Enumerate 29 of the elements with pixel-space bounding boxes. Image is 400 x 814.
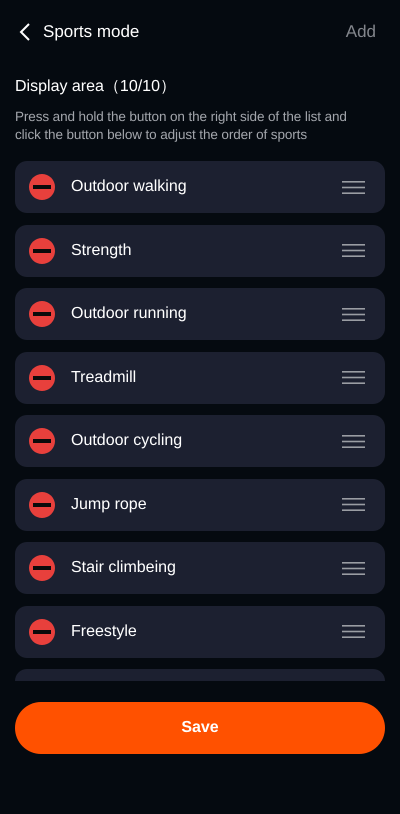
drag-handle-icon[interactable]: [342, 434, 365, 448]
instruction-text: Press and hold the button on the right side of the list and click the button below to adjust the order of sports: [15, 108, 348, 144]
page-title: Sports mode: [43, 22, 140, 42]
remove-icon[interactable]: [29, 428, 55, 454]
add-button[interactable]: Add: [346, 22, 376, 42]
back-icon[interactable]: [18, 22, 32, 42]
sport-item[interactable]: Treadmill: [15, 352, 385, 404]
drag-handle-icon[interactable]: [342, 180, 365, 194]
drag-handle-icon[interactable]: [342, 308, 365, 320]
remove-icon[interactable]: [29, 301, 55, 327]
sport-item[interactable]: Freestyle: [15, 606, 385, 658]
drag-handle-icon[interactable]: [342, 625, 365, 638]
remove-icon[interactable]: [29, 618, 55, 644]
sport-item[interactable]: Jump rope: [15, 478, 385, 530]
sport-item[interactable]: Outdoor walking: [15, 161, 385, 213]
remove-icon[interactable]: [29, 174, 55, 200]
sport-item[interactable]: Strength: [15, 224, 385, 276]
drag-handle-icon[interactable]: [342, 498, 365, 511]
drag-handle-icon[interactable]: [342, 244, 365, 257]
sport-item[interactable]: Outdoor cycling: [15, 415, 385, 467]
drag-handle-icon[interactable]: [342, 562, 365, 574]
drag-handle-icon[interactable]: [342, 371, 365, 384]
remove-icon[interactable]: [29, 238, 55, 264]
remove-icon[interactable]: [29, 364, 55, 390]
remove-icon[interactable]: [29, 492, 55, 518]
remove-icon[interactable]: [29, 555, 55, 581]
section-title: Display area（10/10）: [15, 77, 177, 97]
sport-item[interactable]: Outdoor running: [15, 288, 385, 340]
sport-item[interactable]: Stair climbeing: [15, 542, 385, 594]
